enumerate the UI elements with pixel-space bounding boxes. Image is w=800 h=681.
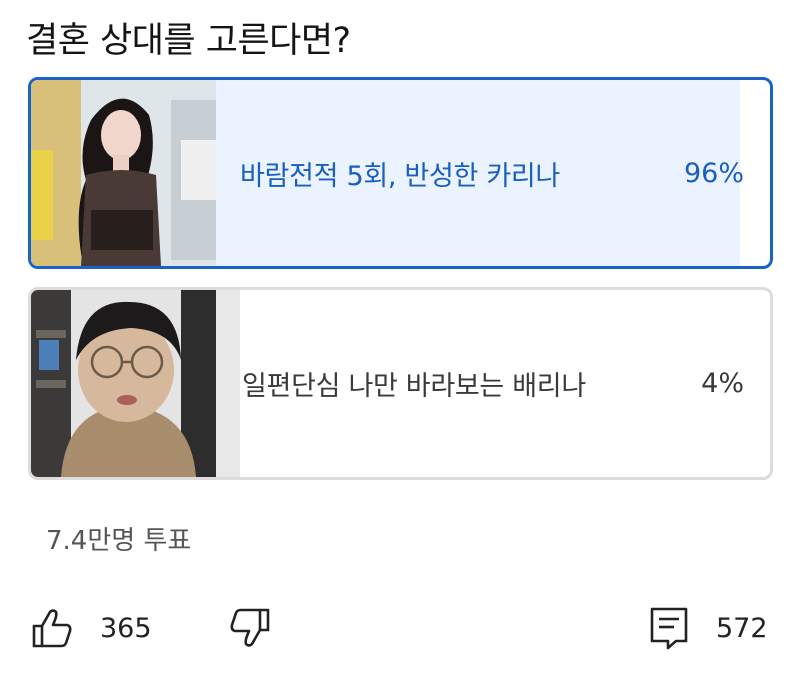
- dislike-button[interactable]: [228, 598, 272, 658]
- poll-option-2-label: 일편단심 나만 바라보는 배리나: [242, 371, 586, 402]
- comment-count: 572: [716, 612, 768, 644]
- poll-option-1[interactable]: 바람전적 5회, 반성한 카리나 96%: [28, 77, 773, 269]
- poll-question: 결혼 상대를 고른다면?: [26, 21, 351, 61]
- poll-option-1-percent: 96%: [683, 157, 744, 189]
- action-bar: 365 572: [0, 598, 800, 658]
- poll-option-1-label: 바람전적 5회, 반성한 카리나: [240, 160, 560, 192]
- comment-icon: [648, 605, 690, 651]
- comment-button[interactable]: 572: [648, 598, 768, 658]
- like-button[interactable]: 365: [30, 598, 152, 658]
- vote-count: 7.4만명 투표: [46, 526, 192, 556]
- poll-option-2-image: [31, 290, 216, 477]
- poll-option-2-percent: 4%: [701, 368, 744, 399]
- poll-option-1-image: [31, 80, 216, 266]
- thumbs-up-icon: [30, 606, 74, 650]
- thumbs-down-icon: [228, 606, 272, 650]
- poll-option-2[interactable]: 일편단심 나만 바라보는 배리나 4%: [28, 287, 773, 480]
- like-count: 365: [100, 612, 152, 644]
